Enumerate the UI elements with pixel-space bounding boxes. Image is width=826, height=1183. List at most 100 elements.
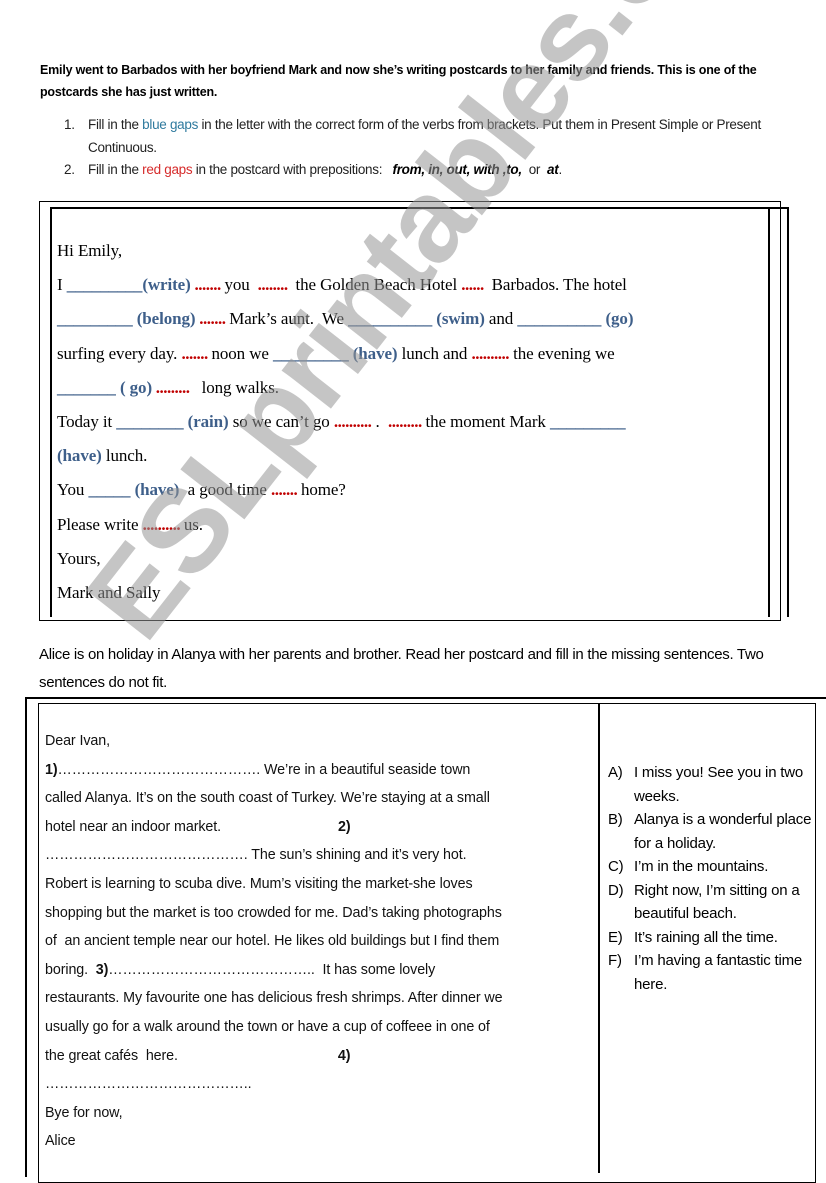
letter-closing: Bye for now, [45, 1104, 123, 1121]
letter-text: Barbados. The hotel [487, 275, 627, 295]
blue-gap-go[interactable]: _______ ( go) [57, 378, 152, 397]
red-gap[interactable]: ....... [195, 309, 229, 328]
option-item: A) I miss you! See you in two weeks. [608, 761, 813, 808]
letter-line: shopping but the market is too crowded f… [45, 904, 502, 921]
sentence-gap[interactable]: …………………………………….. [108, 962, 315, 978]
option-item: F) I’m having a fantastic time here. [608, 949, 813, 996]
red-gap[interactable]: .......... [471, 344, 509, 363]
instructions-list: 1. Fill in the blue gaps in the letter w… [64, 114, 794, 182]
sentence-gap[interactable]: ……………………………………. [58, 762, 265, 778]
option-text: Right now, I’m sitting on a beautiful be… [634, 881, 800, 923]
letter-text: Today it [57, 412, 117, 432]
section2-frame-line [25, 697, 27, 1177]
instruction-text: in the postcard with prepositions: [192, 162, 393, 177]
letter-text: lunch and [397, 343, 472, 363]
letter-line: called Alanya. It’s on the south coast o… [45, 790, 490, 807]
blue-gap-belong[interactable]: _________ (belong) [57, 309, 196, 328]
letter-text: I [57, 275, 67, 295]
letter-line: Please write .......... us. [57, 508, 762, 542]
option-text: I’m having a fantastic time here. [634, 952, 803, 993]
prepositions-list: from, in, out, with ,to, [392, 162, 523, 177]
letter-text: the Golden Beach Hotel [291, 275, 462, 295]
red-gap[interactable]: ........ [254, 275, 292, 294]
letter-line: boring. 3)…………………………………….. It has some l… [45, 956, 595, 985]
intro-paragraph: Emily went to Barbados with her boyfrien… [40, 63, 757, 99]
letter-line: Robert is learning to scuba dive. Mum’s … [45, 875, 473, 892]
gap-number: 4) [337, 1047, 351, 1064]
letter1-frame-line [787, 207, 789, 617]
red-gap[interactable]: ....... [271, 480, 301, 499]
letter-line: surfing every day. ....... noon we _____… [57, 337, 762, 371]
letter-text: you [224, 275, 254, 295]
letter-line: restaurants. My favourite one has delici… [45, 990, 503, 1007]
letter-text: boring. [45, 961, 96, 978]
letter-greeting: Hi Emily, [57, 241, 123, 260]
red-gap[interactable]: ...... [461, 275, 487, 294]
letter-text: and [484, 309, 518, 329]
letter-signature: Mark and Sally [57, 583, 161, 603]
sentence-gap[interactable]: ……………………………………. [45, 847, 251, 863]
instruction-number: 1. [64, 117, 75, 132]
red-gaps-label: red gaps [142, 162, 193, 177]
option-letter: A) [608, 764, 623, 781]
option-item: E) It’s raining all the time. [608, 926, 813, 950]
red-gap[interactable]: .......... [143, 515, 184, 534]
option-letter: F) [608, 952, 622, 969]
letter-text: the great cafés here. [45, 1047, 178, 1064]
letter1-frame-line [50, 207, 52, 617]
letter-text: so we can’t go [228, 412, 334, 432]
blue-gap-have[interactable]: _________ [550, 412, 626, 431]
option-text: It’s raining all the time. [634, 928, 778, 946]
blue-gap-write[interactable]: _________(write) [67, 275, 191, 294]
option-letter: B) [608, 811, 623, 828]
table-column-divider [598, 703, 600, 1173]
letter-text: noon we [211, 343, 273, 363]
option-text: Alanya is a wonderful place for a holida… [634, 811, 812, 852]
section2-intro: Alice is on holiday in Alanya with her p… [39, 646, 764, 691]
red-gap[interactable]: .......... [334, 412, 372, 431]
letter-text: Please write [57, 514, 143, 534]
letter-signature: Alice [45, 1133, 76, 1150]
letter-text: . [371, 412, 388, 432]
letter-text: hotel near an indoor market. [45, 818, 222, 835]
letter-line: Today it ________ (rain) so we can’t go … [57, 405, 762, 439]
letter-line: hotel near an indoor market. 2) [45, 813, 595, 842]
instruction-text: . [558, 162, 562, 177]
instruction-item: 2. Fill in the red gaps in the postcard … [64, 159, 794, 182]
red-gap[interactable]: ....... [181, 344, 211, 363]
sentence-gap[interactable]: …………………………………….. [45, 1070, 595, 1099]
blue-gap-have[interactable]: _________ (have) [273, 344, 398, 363]
gap-number: 2) [338, 818, 351, 835]
letter-line: usually go for a walk around the town or… [45, 1018, 490, 1035]
option-item: D) Right now, I’m sitting on a beautiful … [608, 879, 813, 926]
sentence-options-list: A) I miss you! See you in two weeks. B) Al… [608, 761, 813, 996]
instruction-item: 1. Fill in the blue gaps in the letter w… [64, 114, 794, 159]
red-gap[interactable]: ......... [388, 412, 426, 431]
letter-text: lunch. [101, 446, 148, 466]
emily-postcard: Hi Emily, I _________(write) ....... you… [57, 234, 762, 610]
blue-gap-verb: (have) [57, 446, 102, 466]
gap-number: 3) [95, 961, 109, 978]
option-item: B) Alanya is a wonderful place for a holi… [608, 808, 813, 855]
letter-line: the great cafés here. 4) [45, 1042, 595, 1071]
letter-text: The sun’s shining and it’s very hot. [251, 847, 467, 864]
blue-gap-have[interactable]: _____ (have) [88, 480, 179, 499]
letter-line: I _________(write) ....... you ........ … [57, 268, 762, 302]
letter-text: the evening we [508, 343, 615, 363]
letter-text: surfing every day. [57, 343, 182, 363]
letter-line: _______ ( go) ......... long walks. [57, 371, 762, 405]
instruction-text: Fill in the [88, 117, 143, 132]
option-letter: D) [608, 881, 624, 899]
option-letter: C) [608, 858, 624, 875]
letter-line: (have) lunch. [57, 439, 762, 473]
letter-line: You _____ (have) a good time ....... hom… [57, 473, 762, 507]
blue-gap-rain[interactable]: ________ (rain) [116, 412, 228, 431]
instruction-text: or [521, 162, 548, 177]
red-gap[interactable]: ....... [191, 275, 225, 294]
letter-line: 1)……………………………………. We’re in a beautiful s… [45, 756, 595, 785]
option-text: I’m in the mountains. [634, 858, 769, 875]
blue-gap-swim[interactable]: __________ (swim) [348, 309, 485, 328]
letter-text: long walks. [193, 377, 279, 397]
blue-gap-go[interactable]: __________ (go) [517, 309, 633, 328]
red-gap[interactable]: ......... [152, 378, 193, 397]
